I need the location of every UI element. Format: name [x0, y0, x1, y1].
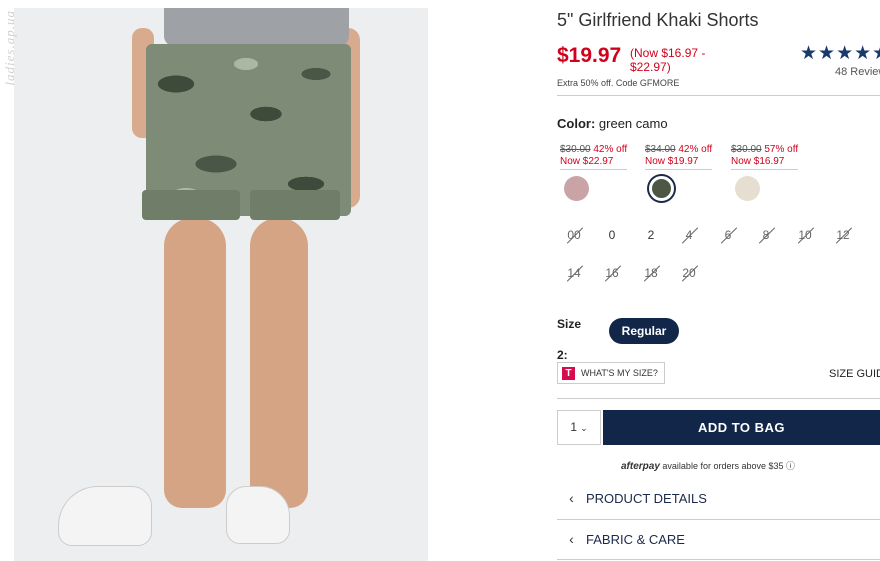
- reviews-link[interactable]: 48 Reviews: [835, 66, 880, 78]
- size-option[interactable]: 18: [639, 266, 663, 280]
- accordion-label: FABRIC & CARE: [586, 531, 685, 547]
- shorts-cuff-left: [142, 190, 240, 220]
- divider: [557, 559, 880, 560]
- model-leg-right: [250, 218, 308, 508]
- size-option[interactable]: 2: [639, 228, 663, 242]
- product-image[interactable]: [14, 8, 428, 561]
- size-option[interactable]: 10: [793, 228, 817, 242]
- whats-my-size-label: WHAT'S MY SIZE?: [581, 368, 658, 378]
- discount: 57% off: [764, 144, 799, 155]
- size-option[interactable]: 8: [754, 228, 778, 242]
- size-option[interactable]: 20: [677, 266, 701, 280]
- afterpay-info: afterpay available for orders above $35 …: [621, 459, 795, 472]
- size-option[interactable]: 14: [562, 266, 586, 280]
- color-label-title: Color:: [557, 116, 596, 131]
- size-option[interactable]: 6: [716, 228, 740, 242]
- true-fit-icon: T: [562, 366, 575, 380]
- chevron-down-icon: ⌄: [580, 423, 588, 433]
- accordion-fabric-care[interactable]: ‹ FABRIC & CARE: [557, 519, 880, 559]
- accordion-product-details[interactable]: ‹ PRODUCT DETAILS: [557, 478, 880, 518]
- current-price: $19.97: [557, 44, 622, 67]
- now-price: Now $16.97: [731, 156, 785, 167]
- watermark: ladies.ap.ua: [2, 10, 17, 86]
- color-value: green camo: [598, 116, 668, 131]
- variant-price-2: $34.00 42% off Now $19.97: [645, 144, 713, 170]
- promo-text: Extra 50% off. Code GFMORE: [557, 78, 680, 88]
- chevron-left-icon: ‹: [569, 531, 574, 547]
- discount: 42% off: [678, 144, 713, 155]
- color-swatch-mauve[interactable]: [564, 176, 589, 201]
- divider: [557, 95, 880, 96]
- model-shirt: [164, 8, 349, 46]
- price-range: (Now $16.97 - $22.97): [630, 46, 706, 74]
- afterpay-logo: afterpay: [621, 461, 660, 472]
- color-label: Color: green camo: [557, 116, 668, 131]
- size-type-regular-button[interactable]: Regular: [609, 318, 679, 344]
- size-guide-link[interactable]: SIZE GUIDE: [829, 368, 880, 380]
- color-swatch-khaki[interactable]: [735, 176, 760, 201]
- shorts-cuff-right: [250, 190, 340, 220]
- quantity-select[interactable]: 1 ⌄: [557, 410, 601, 445]
- add-to-bag-button[interactable]: ADD TO BAG: [603, 410, 880, 445]
- afterpay-text: available for orders above $35 ⓘ: [662, 461, 796, 471]
- variant-price-3: $30.00 57% off Now $16.97: [731, 144, 799, 170]
- now-price: Now $22.97: [560, 156, 614, 167]
- size-option[interactable]: 4: [677, 228, 701, 242]
- was-price: $30.00: [560, 144, 591, 155]
- now-price: Now $19.97: [645, 156, 699, 167]
- size-option[interactable]: 12: [831, 228, 855, 242]
- size-option[interactable]: 16: [600, 266, 624, 280]
- discount: 42% off: [593, 144, 628, 155]
- divider: [557, 398, 880, 399]
- sneaker-left: [58, 486, 152, 546]
- model-leg-left: [164, 218, 226, 508]
- size-option[interactable]: 0: [600, 228, 624, 242]
- rating-stars[interactable]: ★★★★★: [800, 42, 880, 65]
- quantity-value: 1: [570, 420, 578, 434]
- was-price: $30.00: [731, 144, 762, 155]
- chevron-left-icon: ‹: [569, 490, 574, 506]
- sneaker-right: [226, 486, 290, 544]
- product-info-panel: 5" Girlfriend Khaki Shorts $19.97 (Now $…: [557, 0, 880, 561]
- size-type-label-line1: Size: [557, 317, 582, 331]
- color-swatch-green-camo[interactable]: [649, 176, 674, 201]
- variant-price-1: $30.00 42% off Now $22.97: [560, 144, 628, 170]
- product-title: 5" Girlfriend Khaki Shorts: [557, 10, 759, 30]
- was-price: $34.00: [645, 144, 676, 155]
- whats-my-size-button[interactable]: T WHAT'S MY SIZE?: [557, 362, 665, 384]
- accordion-label: PRODUCT DETAILS: [586, 490, 707, 506]
- size-option[interactable]: 00: [562, 228, 586, 242]
